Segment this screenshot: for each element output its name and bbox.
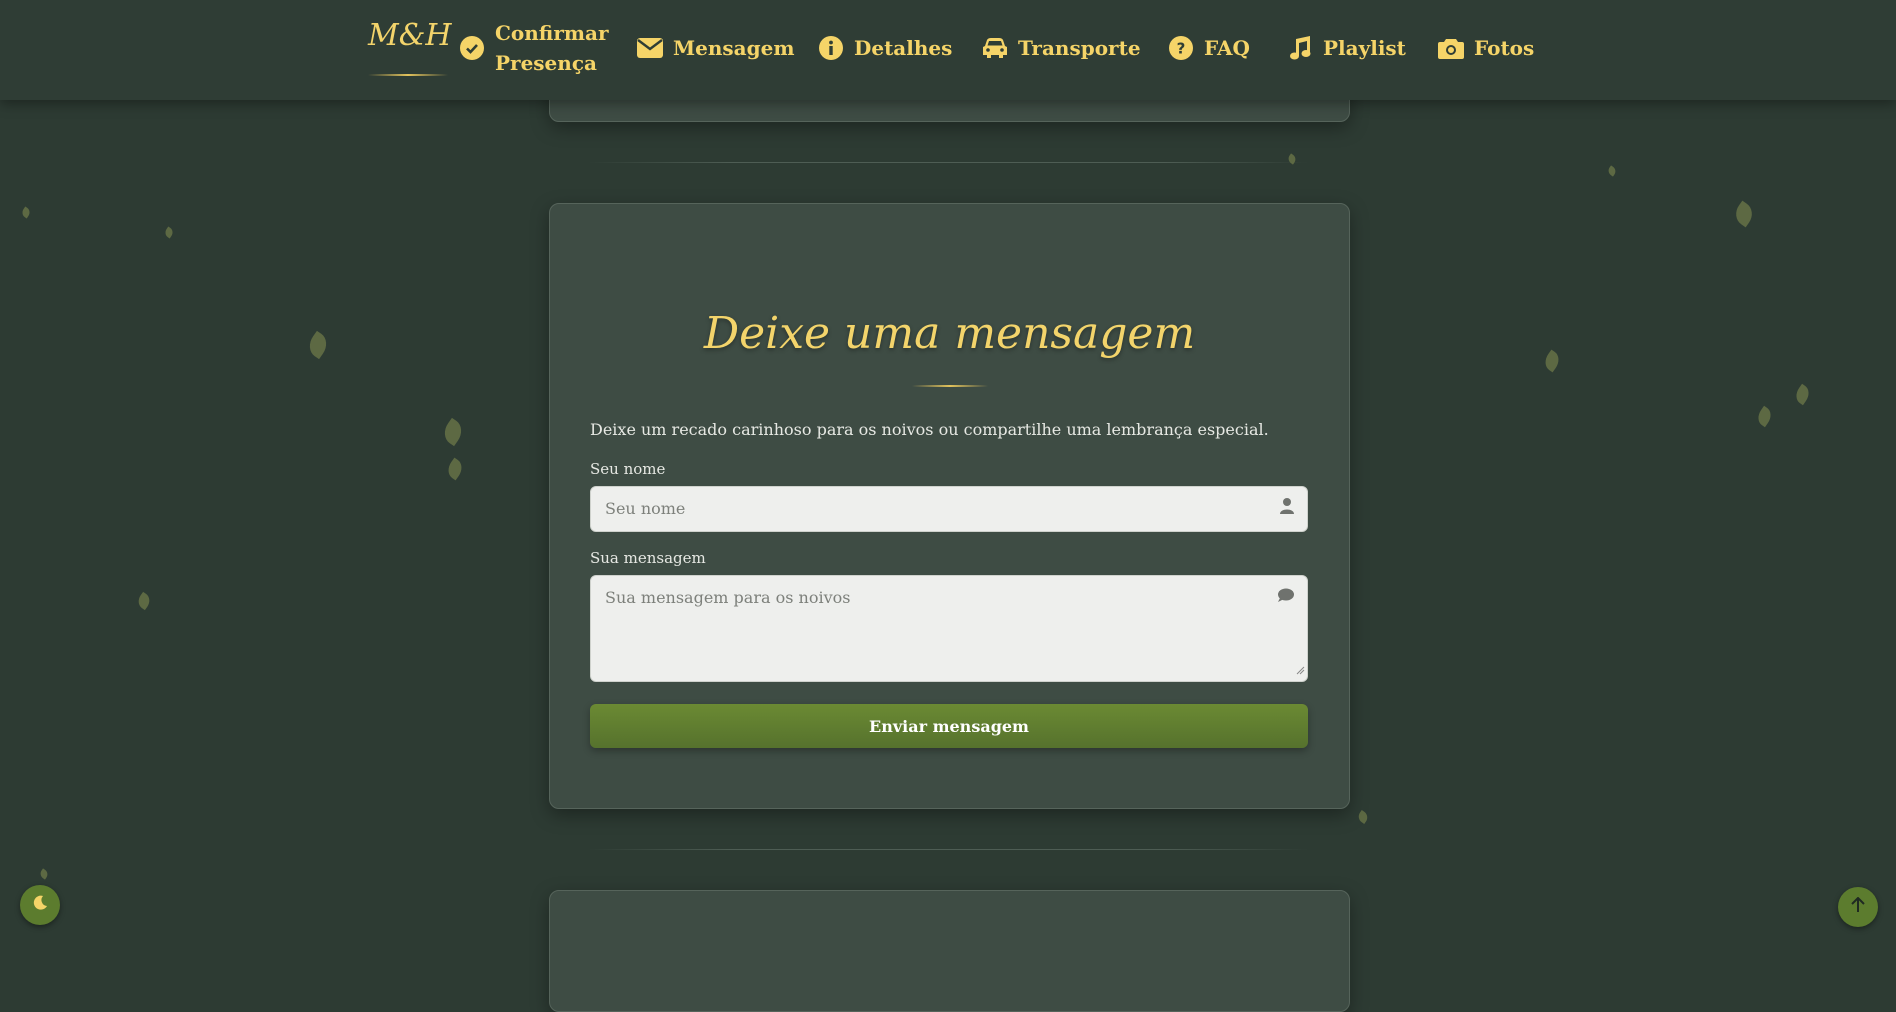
moon-icon [32,895,48,915]
nav-item-mensagem[interactable]: Mensagem [637,35,795,61]
user-icon [1279,497,1295,519]
nav-label-faq: FAQ [1204,36,1250,60]
nav-label-mensagem: Mensagem [673,36,795,60]
music-icon [1287,35,1313,61]
leaf-decoration [1754,405,1775,428]
leaf-decoration [304,330,332,360]
resize-handle-icon[interactable] [1296,660,1305,679]
leaf-decoration [439,417,467,447]
back-to-top-button[interactable] [1838,887,1878,927]
nav-item-fotos[interactable]: Fotos [1438,35,1534,61]
nav-item-detalhes[interactable]: Detalhes [818,35,952,61]
name-label: Seu nome [590,460,666,478]
message-card: Deixe uma mensagem Deixe um recado carin… [549,203,1350,809]
question-icon: ? [1168,35,1194,61]
section-divider [588,849,1308,850]
nav-label-playlist: Playlist [1323,36,1406,60]
message-label: Sua mensagem [590,549,706,567]
message-textarea[interactable]: Sua mensagem para os noivos [590,575,1308,682]
leaf-decoration [1356,810,1370,824]
comment-icon [1277,588,1295,607]
nav-label-transporte: Transporte [1018,36,1141,60]
leaf-decoration [135,591,153,611]
site-logo[interactable]: M&H [368,18,452,53]
section-divider [588,162,1308,163]
next-section-card [549,890,1350,1012]
nav-label-line2: Presença [495,51,597,75]
nav-label-line1: Confirmar [495,21,609,45]
leaf-decoration [20,206,32,219]
section-intro: Deixe um recado carinhoso para os noivos… [590,420,1269,439]
leaf-decoration [1541,349,1563,373]
nav-label-confirmar-presenca: Confirmar Presença [495,18,609,78]
check-circle-icon [459,35,485,61]
nav-item-confirmar-presenca[interactable]: Confirmar Presença [459,18,609,78]
leaf-decoration [1730,200,1758,228]
envelope-icon [637,35,663,61]
leaf-decoration [1792,383,1813,406]
theme-toggle-button[interactable] [20,885,60,925]
logo-underline [368,74,448,76]
nav-item-playlist[interactable]: Playlist [1287,35,1406,61]
leaf-decoration [1606,165,1618,177]
nav-label-fotos: Fotos [1474,36,1535,60]
nav-item-transporte[interactable]: Transporte [982,35,1141,61]
svg-text:?: ? [1177,40,1186,58]
top-navbar: M&H Confirmar Presença Mensagem Detalhes… [0,0,1896,100]
name-input[interactable]: Seu nome [590,486,1308,532]
message-placeholder: Sua mensagem para os noivos [605,588,851,607]
car-icon [982,35,1008,61]
camera-icon [1438,35,1464,61]
info-icon [818,35,844,61]
leaf-decoration [444,457,466,481]
leaf-decoration [163,226,175,239]
send-message-button[interactable]: Enviar mensagem [590,704,1308,748]
nav-item-faq[interactable]: ? FAQ [1168,35,1250,61]
title-underline [912,385,988,387]
nav-label-detalhes: Detalhes [854,36,953,60]
leaf-decoration [38,868,50,880]
section-title: Deixe uma mensagem [703,308,1196,359]
name-placeholder: Seu nome [605,499,686,518]
arrow-up-icon [1851,896,1865,917]
